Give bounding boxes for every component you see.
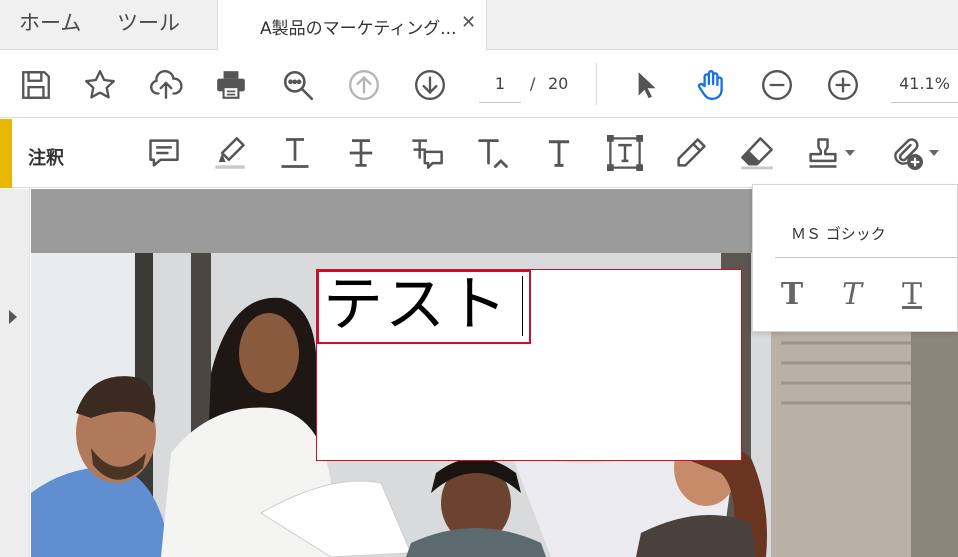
star-icon[interactable] bbox=[80, 65, 120, 105]
text-box-content[interactable]: テスト bbox=[323, 271, 509, 339]
upload-cloud-icon[interactable] bbox=[146, 65, 186, 105]
main-toolbar: / 20 bbox=[0, 51, 958, 118]
save-icon[interactable] bbox=[16, 65, 56, 105]
highlight-icon[interactable] bbox=[210, 133, 250, 173]
sticky-note-icon[interactable] bbox=[144, 133, 184, 173]
zoom-out-icon[interactable] bbox=[757, 65, 797, 105]
select-arrow-icon[interactable] bbox=[625, 65, 665, 105]
comment-toolbar: 注釈 bbox=[0, 119, 958, 188]
page-down-icon[interactable] bbox=[410, 65, 450, 105]
tab-home[interactable]: ホーム bbox=[19, 0, 81, 50]
attach-dropdown-icon[interactable] bbox=[929, 150, 939, 156]
bold-button[interactable]: T bbox=[775, 277, 809, 312]
tab-bar: ホーム ツール A製品のマーケティング... ✕ bbox=[0, 0, 958, 51]
add-text-comment-icon[interactable] bbox=[539, 133, 579, 173]
stamp-icon[interactable] bbox=[803, 133, 843, 173]
page-up-icon[interactable] bbox=[344, 65, 384, 105]
text-box-icon[interactable] bbox=[605, 133, 645, 173]
eraser-icon[interactable] bbox=[737, 133, 777, 173]
italic-button[interactable]: T bbox=[835, 277, 869, 312]
toolbar-divider bbox=[596, 63, 597, 105]
font-family-select[interactable]: ＭＳ ゴシック bbox=[791, 223, 886, 244]
print-icon[interactable] bbox=[211, 65, 251, 105]
close-icon[interactable]: ✕ bbox=[461, 12, 476, 33]
stamp-dropdown-icon[interactable] bbox=[845, 150, 855, 156]
page-number-input[interactable] bbox=[479, 65, 521, 103]
page-separator: / bbox=[530, 74, 536, 93]
replace-text-icon[interactable] bbox=[407, 133, 447, 173]
strikethrough-icon[interactable] bbox=[341, 133, 381, 173]
text-box-annotation[interactable]: テスト bbox=[316, 269, 742, 461]
attach-file-icon[interactable] bbox=[886, 133, 926, 173]
font-select-underline bbox=[775, 257, 958, 258]
zoom-search-icon[interactable] bbox=[278, 65, 318, 105]
tab-tools[interactable]: ツール bbox=[117, 0, 180, 50]
zoom-level-input[interactable] bbox=[891, 65, 958, 103]
font-properties-panel: ＭＳ ゴシック T T T bbox=[752, 184, 958, 332]
left-panel-strip bbox=[0, 189, 30, 557]
hand-icon[interactable] bbox=[691, 65, 731, 105]
comment-toolbar-label: 注釈 bbox=[28, 148, 64, 169]
insert-text-icon[interactable] bbox=[473, 133, 513, 173]
underline-text-icon[interactable] bbox=[275, 133, 315, 173]
tab-document[interactable]: A製品のマーケティング... ✕ bbox=[217, 0, 487, 51]
document-tab-title: A製品のマーケティング... bbox=[260, 19, 457, 39]
expand-panel-arrow-icon[interactable] bbox=[9, 310, 17, 324]
zoom-in-icon[interactable] bbox=[823, 65, 863, 105]
text-caret bbox=[522, 276, 523, 336]
page-total: 20 bbox=[548, 74, 569, 93]
underline-button[interactable]: T bbox=[895, 277, 929, 312]
comment-toolbar-accent bbox=[0, 119, 12, 188]
pencil-icon[interactable] bbox=[671, 133, 711, 173]
